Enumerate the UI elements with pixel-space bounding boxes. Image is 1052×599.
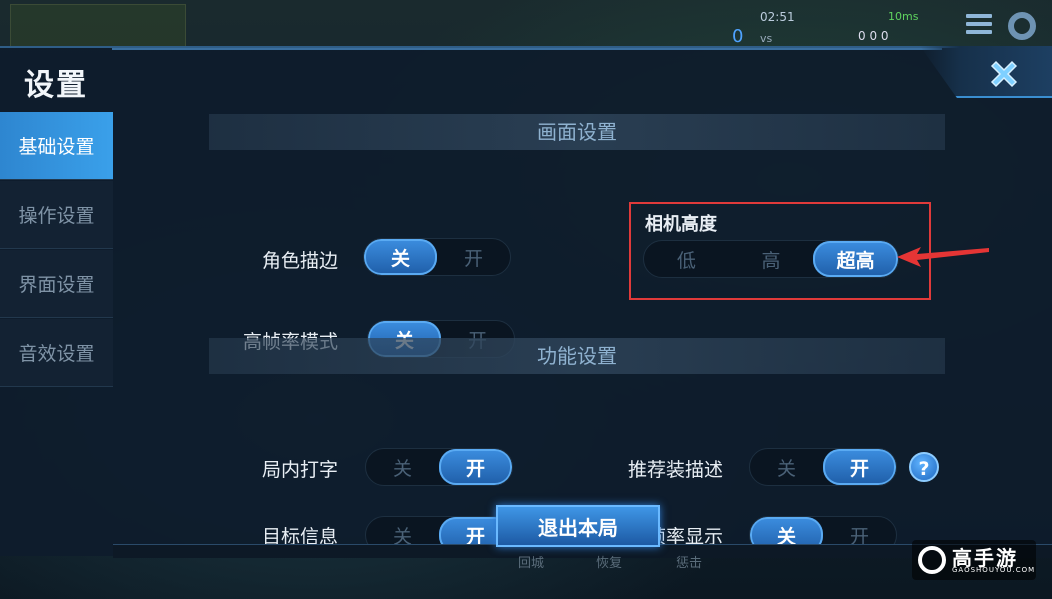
camera-high-option[interactable]: 高	[729, 241, 814, 277]
punish-label: 惩击	[676, 556, 703, 571]
header-divider	[112, 48, 942, 50]
restore-label: 恢复	[596, 556, 623, 571]
outline-toggle[interactable]: 关 开	[363, 238, 511, 276]
settings-content: 画面设置 角色描边 关 开 高帧率模式 关 开 相机高度 低 高 超高 功能设置…	[113, 96, 1052, 558]
camera-height-label: 相机高度	[645, 214, 717, 235]
close-button[interactable]	[984, 54, 1024, 94]
in-game-chat-toggle[interactable]: 关 开	[365, 448, 513, 486]
sidebar-item-sound[interactable]: 音效设置	[0, 319, 113, 387]
camera-height-selector[interactable]: 低 高 超高	[643, 240, 899, 278]
logo-mark-icon	[918, 546, 946, 574]
recommend-desc-label: 推荐装描述	[627, 459, 723, 481]
section-header-display: 画面设置	[209, 114, 945, 150]
recommend-desc-on-option[interactable]: 开	[823, 449, 896, 485]
ping-display: 10ms	[888, 10, 919, 23]
dialog-title: 设置	[24, 68, 88, 103]
camera-height-highlight-box: 相机高度 低 高 超高	[629, 202, 931, 300]
pointer-arrow-icon	[897, 247, 989, 267]
recall-label: 回城	[518, 556, 545, 571]
recommend-desc-off-option[interactable]: 关	[750, 449, 823, 485]
in-game-chat-on-option[interactable]: 开	[439, 449, 512, 485]
vs-label: vs	[760, 32, 773, 45]
outline-label: 角色描边	[261, 250, 338, 272]
sidebar-item-basic[interactable]: 基础设置	[0, 112, 113, 180]
close-icon	[990, 60, 1018, 88]
outline-on-option[interactable]: 开	[437, 239, 510, 275]
minimap[interactable]	[10, 4, 186, 48]
sidebar-item-label: 操作设置	[18, 205, 95, 227]
recommend-desc-help-icon[interactable]: ?	[909, 452, 939, 482]
kda-display: 0 0 0	[858, 29, 889, 43]
gear-icon[interactable]	[1008, 12, 1036, 40]
camera-low-option[interactable]: 低	[644, 241, 729, 277]
hud-top-bar: 02:51 0 vs 10ms 0 0 0	[0, 0, 1052, 48]
match-timer: 02:51	[760, 10, 795, 24]
sidebar-item-label: 音效设置	[18, 343, 95, 365]
sidebar-item-controls[interactable]: 操作设置	[0, 181, 113, 249]
section-header-function: 功能设置	[209, 338, 945, 374]
watermark-logo: 高手游 GAOSHOUYOU.COM	[912, 540, 1036, 580]
in-game-chat-off-option[interactable]: 关	[366, 449, 439, 485]
exit-match-button[interactable]: 退出本局	[496, 505, 660, 547]
background-skill-labels: 回城 恢复 惩击	[500, 552, 900, 572]
settings-dialog: 设置 基础设置 操作设置 界面设置 音效设置 画面设置 角色描边 关 开 高帧率…	[0, 46, 1052, 558]
camera-ultra-option[interactable]: 超高	[813, 241, 898, 277]
sidebar-item-label: 基础设置	[18, 136, 95, 158]
recommend-desc-toggle[interactable]: 关 开	[749, 448, 897, 486]
list-icon[interactable]	[966, 14, 992, 36]
outline-off-option[interactable]: 关	[364, 239, 437, 275]
watermark-url: GAOSHOUYOU.COM	[952, 566, 1036, 574]
in-game-chat-label: 局内打字	[261, 459, 338, 481]
settings-sidebar: 基础设置 操作设置 界面设置 音效设置	[0, 112, 113, 388]
sidebar-item-interface[interactable]: 界面设置	[0, 250, 113, 318]
team-score: 0	[732, 26, 744, 47]
sidebar-item-label: 界面设置	[18, 274, 95, 296]
